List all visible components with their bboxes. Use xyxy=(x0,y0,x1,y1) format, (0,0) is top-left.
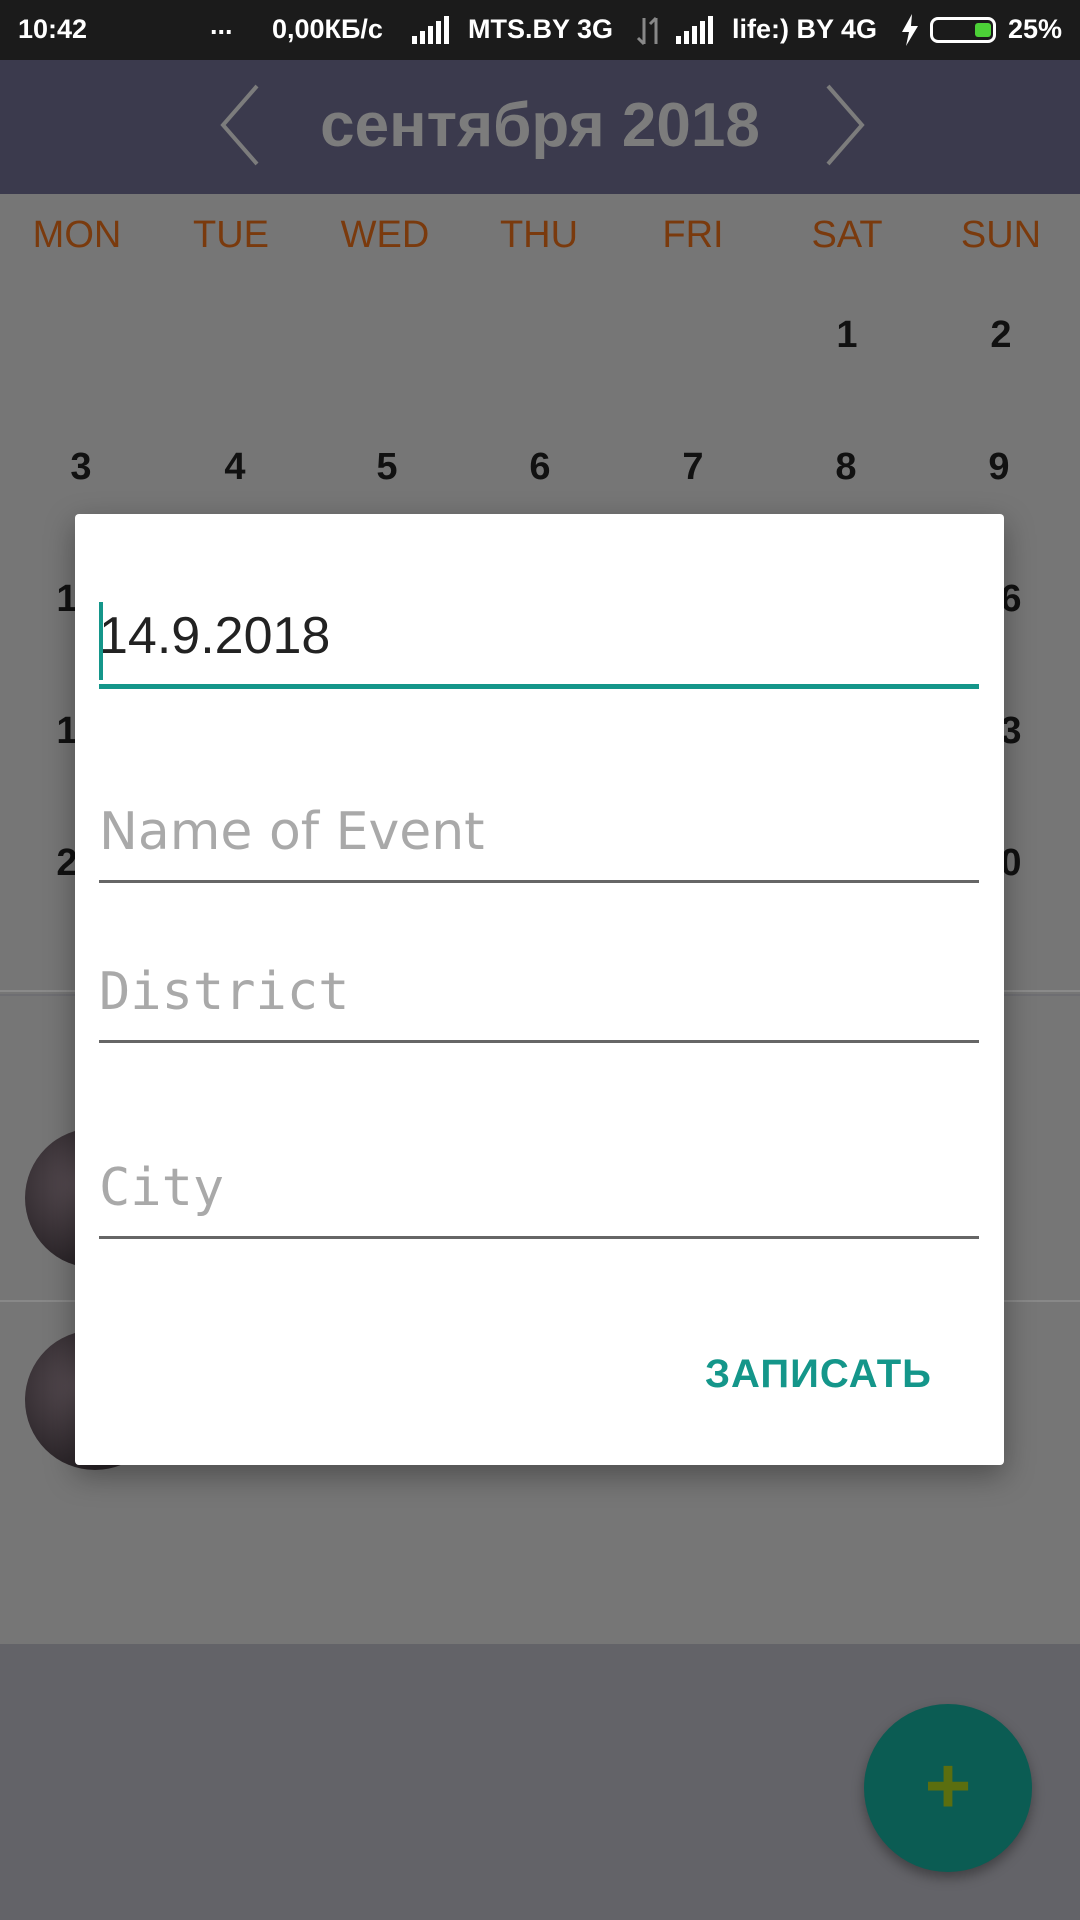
day-cell[interactable]: 8 xyxy=(769,446,923,489)
weekday-thu: THU xyxy=(499,214,579,256)
signal-icon xyxy=(676,16,713,44)
text-caret xyxy=(99,602,103,680)
charging-icon xyxy=(902,14,918,46)
status-bar: 10:42 ... 0,00КБ/с MTS.BY 3G life:) BY 4… xyxy=(0,0,1080,60)
weekday-mon: MON xyxy=(32,214,122,256)
status-speed: 0,00КБ/с xyxy=(272,14,383,44)
district-underline xyxy=(99,1040,979,1043)
day-cell[interactable]: 6 xyxy=(463,446,617,489)
plus-icon: + xyxy=(924,1741,972,1830)
status-carrier2: life:) BY 4G xyxy=(732,14,878,44)
month-title: сентября 2018 xyxy=(320,91,760,160)
city-underline xyxy=(99,1236,979,1239)
name-underline xyxy=(99,880,979,883)
signal-icon xyxy=(412,16,449,44)
add-event-dialog: ЗАПИСАТЬ xyxy=(75,514,1004,1465)
day-cell[interactable]: 3 xyxy=(4,446,158,489)
day-cell[interactable]: 9 xyxy=(922,446,1076,489)
district-input[interactable] xyxy=(99,950,979,1034)
battery-icon xyxy=(930,17,996,43)
month-header: сентября 2018 xyxy=(0,60,1080,194)
weekday-fri: FRI xyxy=(662,214,724,256)
date-input[interactable] xyxy=(99,594,979,678)
date-underline xyxy=(99,684,979,689)
status-dots: ... xyxy=(210,10,233,40)
weekday-tue: TUE xyxy=(193,214,269,256)
day-cell[interactable]: 2 xyxy=(924,314,1078,357)
weekday-wed: WED xyxy=(340,214,430,256)
day-cell[interactable]: 5 xyxy=(310,446,464,489)
data-transfer-icon xyxy=(636,16,658,46)
status-carrier1: MTS.BY 3G xyxy=(468,14,614,44)
city-input[interactable] xyxy=(99,1146,979,1230)
name-of-event-input[interactable] xyxy=(99,790,979,874)
name-field[interactable] xyxy=(99,790,979,886)
weekday-sun: SUN xyxy=(960,214,1042,256)
save-button[interactable]: ЗАПИСАТЬ xyxy=(705,1352,932,1397)
date-field[interactable] xyxy=(99,594,979,690)
district-field[interactable] xyxy=(99,950,979,1046)
day-cell[interactable]: 1 xyxy=(770,314,924,357)
status-battery: 25% xyxy=(1008,14,1063,44)
next-month-icon[interactable] xyxy=(800,70,890,180)
add-event-button[interactable]: + xyxy=(864,1704,1032,1872)
day-cell[interactable]: 4 xyxy=(158,446,312,489)
city-field[interactable] xyxy=(99,1146,979,1242)
weekday-sat: SAT xyxy=(811,214,883,256)
day-cell[interactable]: 7 xyxy=(616,446,770,489)
status-time: 10:42 xyxy=(18,14,88,44)
